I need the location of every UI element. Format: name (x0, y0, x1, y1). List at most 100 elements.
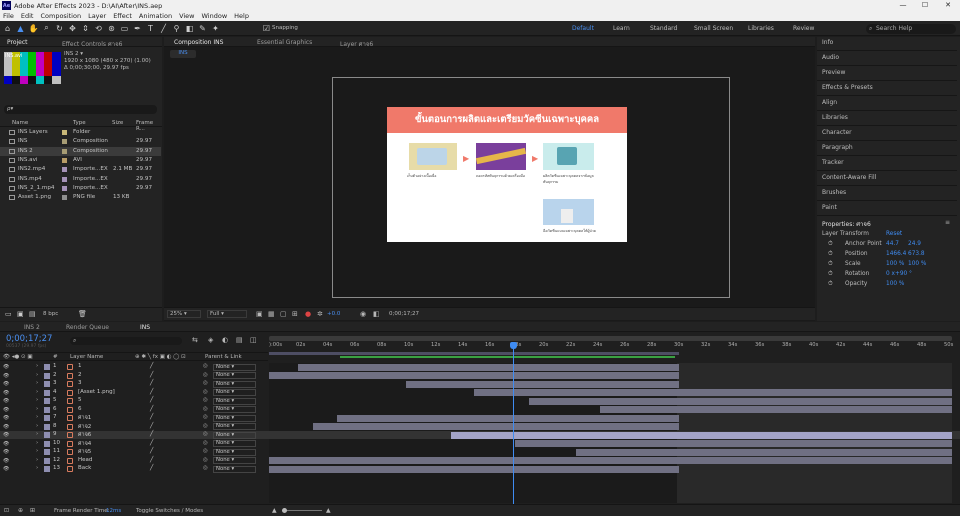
pick-whip-icon[interactable]: ◎ (203, 414, 208, 420)
col-type[interactable]: Type (73, 120, 86, 126)
label-color-swatch[interactable] (62, 195, 67, 201)
anchor-tool-icon[interactable]: ⊛ (106, 23, 117, 34)
layer-row[interactable]: 👁 › 12 Head ╱ ◎ None ▾ (0, 457, 960, 465)
pick-whip-icon[interactable]: ◎ (203, 380, 208, 386)
stopwatch-icon[interactable]: ⏱ (828, 261, 833, 268)
expand-switches-icon[interactable]: ⊕ (18, 507, 23, 514)
search-help-input[interactable]: ⌕ Search Help (866, 24, 956, 34)
panel-preview[interactable]: Preview (822, 69, 845, 76)
layer-duration-bar[interactable] (269, 372, 679, 380)
layer-name[interactable]: ศาจ5 (78, 448, 91, 456)
chevron-right-icon[interactable]: › (36, 457, 38, 463)
panel-content-aware-fill[interactable]: Content-Aware Fill (822, 174, 876, 181)
parent-dropdown[interactable]: None ▾ (213, 363, 256, 371)
comp-timecode[interactable]: 0;00;17;27 (389, 311, 419, 317)
layer-row[interactable]: 👁 › 5 5 ╱ ◎ None ▾ (0, 397, 960, 405)
hand-tool-icon[interactable]: ✋ (28, 23, 39, 34)
roto-brush-icon[interactable]: ✎ (197, 23, 208, 34)
label-color-swatch[interactable] (44, 415, 50, 421)
selection-tool-icon[interactable]: ▲ (15, 23, 26, 34)
parent-dropdown[interactable]: None ▾ (213, 372, 256, 379)
time-navigator-bar[interactable] (269, 336, 952, 341)
pick-whip-icon[interactable]: ◎ (203, 372, 208, 378)
reset-link[interactable]: Reset (886, 231, 902, 237)
shy-layers-icon[interactable]: ◐ (222, 336, 228, 344)
label-color-swatch[interactable] (44, 398, 50, 404)
project-item[interactable]: INS_2_1.mp4 Importe...EX 29.97 (0, 184, 161, 193)
project-item[interactable]: INS2.mp4 Importe...EX 2.1 MB 29.97 (0, 165, 161, 174)
eye-icon[interactable]: 👁 (3, 364, 10, 370)
tab-essential-graphics[interactable]: Essential Graphics (257, 39, 312, 46)
workspace-standard[interactable]: Standard (650, 25, 677, 32)
property-value-1[interactable]: 0 x+90 ° (886, 271, 912, 277)
parent-dropdown[interactable]: None ▾ (213, 431, 256, 439)
eye-icon[interactable]: 👁 (3, 390, 10, 396)
label-color-swatch[interactable] (62, 139, 67, 145)
property-value-1[interactable]: 100 % (886, 281, 904, 287)
exposure-value[interactable]: +0.0 (327, 311, 340, 317)
playhead[interactable] (510, 342, 517, 507)
label-color-swatch[interactable] (44, 372, 50, 379)
property-value-2[interactable]: 24.9 (908, 241, 921, 247)
timeline-zoom-slider[interactable] (282, 508, 322, 513)
label-color-swatch[interactable] (44, 440, 50, 447)
layer-duration-bar[interactable] (405, 380, 679, 388)
workspace-default[interactable]: Default (572, 25, 594, 32)
layer-name[interactable]: ศาจ1 (78, 414, 91, 422)
pick-whip-icon[interactable]: ◎ (203, 448, 208, 454)
new-composition-icon[interactable]: ▤ (29, 310, 36, 318)
new-folder-icon[interactable]: ▣ (17, 310, 24, 318)
menu-window[interactable]: Window (202, 12, 228, 20)
panel-align[interactable]: Align (822, 99, 837, 106)
workspace-libraries[interactable]: Libraries (748, 25, 774, 32)
pick-whip-icon[interactable]: ◎ (203, 431, 208, 437)
layer-duration-bar[interactable] (269, 465, 679, 473)
dolly-tool-icon[interactable]: ⇕ (80, 23, 91, 34)
rectangle-tool-icon[interactable]: ▭ (119, 23, 130, 34)
quality-switch-icon[interactable]: ╱ (150, 465, 153, 471)
quality-switch-icon[interactable]: ╱ (150, 406, 153, 412)
comp-breadcrumb[interactable]: INS (170, 50, 196, 58)
panel-paint[interactable]: Paint (822, 204, 837, 211)
orbit-tool-icon[interactable]: ↻ (54, 23, 65, 34)
label-color-swatch[interactable] (44, 389, 50, 396)
pick-whip-icon[interactable]: ◎ (203, 465, 208, 471)
eye-icon[interactable]: 👁 (3, 441, 10, 447)
layer-duration-bar[interactable] (528, 397, 952, 405)
layer-duration-bar[interactable] (269, 457, 952, 465)
workspace-review[interactable]: Review (793, 25, 814, 32)
brush-tool-icon[interactable]: ╱ (158, 23, 169, 34)
stopwatch-icon[interactable]: ⏱ (828, 241, 833, 248)
label-color-swatch[interactable] (44, 457, 50, 464)
layer-name[interactable]: 1 (78, 363, 82, 369)
layer-duration-bar[interactable] (298, 363, 679, 371)
eye-icon[interactable]: 👁 (3, 449, 10, 455)
type-tool-icon[interactable]: T (145, 23, 156, 34)
project-item[interactable]: Asset 1.png PNG file 13 KB (0, 193, 161, 202)
show-snapshot-icon[interactable]: ◧ (373, 310, 380, 318)
project-item[interactable]: INS.mp4 Importe...EX 29.97 (0, 175, 161, 184)
layer-name-col[interactable]: Layer Name (70, 354, 103, 360)
panel-audio[interactable]: Audio (822, 54, 839, 61)
layer-name[interactable]: 2 (78, 372, 82, 378)
pick-whip-icon[interactable]: ◎ (203, 406, 208, 412)
menu-layer[interactable]: Layer (88, 12, 106, 20)
layer-duration-bar[interactable] (313, 423, 679, 431)
label-color-swatch[interactable] (44, 364, 50, 370)
guides-icon[interactable]: ⊞ (292, 310, 298, 318)
zoom-in-icon[interactable]: ▲ (326, 507, 331, 514)
layer-row[interactable]: 👁 › 1 1 ╱ ◎ None ▾ (0, 363, 960, 371)
layer-row[interactable]: 👁 › 13 Back ╱ ◎ None ▾ (0, 465, 960, 473)
pan-tool-icon[interactable]: ✥ (67, 23, 78, 34)
render-time-icon[interactable]: ⊡ (4, 507, 9, 514)
parent-dropdown[interactable]: None ▾ (213, 389, 256, 396)
transparency-grid-icon[interactable]: ▦ (268, 310, 275, 318)
chevron-right-icon[interactable]: › (36, 389, 38, 395)
zoom-dropdown[interactable]: 25% ▾ (167, 310, 201, 318)
property-value-2[interactable]: 100 % (908, 261, 926, 267)
layer-duration-bar[interactable] (576, 448, 952, 456)
workspace-small-screen[interactable]: Small Screen (694, 25, 733, 32)
pick-whip-icon[interactable]: ◎ (203, 397, 208, 403)
label-color-swatch[interactable] (44, 449, 50, 455)
layer-duration-bar[interactable] (451, 431, 952, 439)
